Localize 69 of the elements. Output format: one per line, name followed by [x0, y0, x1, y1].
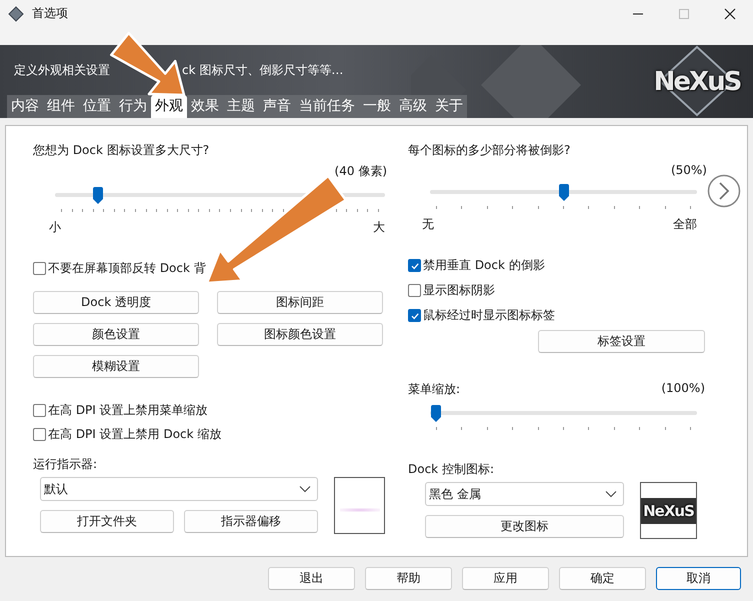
- slider-track[interactable]: [430, 405, 697, 423]
- question-label: 每个图标的多少部分将被倒影?: [408, 142, 572, 159]
- tab[interactable]: 关于: [431, 95, 467, 118]
- size-reading: (40 像素): [334, 163, 387, 180]
- slider-thumb[interactable]: [92, 187, 104, 205]
- tab[interactable]: 效果: [187, 95, 223, 118]
- button[interactable]: 图标颜色设置: [217, 323, 383, 346]
- tab[interactable]: 高级: [395, 95, 431, 118]
- slider-track[interactable]: [55, 187, 385, 205]
- check-icon: [410, 310, 420, 320]
- question-label: 您想为 Dock 图标设置多大尺寸?: [33, 142, 210, 159]
- header-description: 定义外观相关设置: [14, 62, 110, 79]
- dropdown[interactable]: 默认: [40, 477, 318, 501]
- button[interactable]: 模糊设置: [33, 355, 199, 378]
- button[interactable]: 退出: [268, 567, 355, 590]
- checkbox-label: 在高 DPI 设置上禁用菜单缩放: [48, 402, 208, 418]
- min-label: 小: [49, 219, 61, 236]
- tab[interactable]: 声音: [259, 95, 295, 118]
- min-label: 无: [422, 216, 434, 233]
- dropdown[interactable]: 黑色 金属: [425, 482, 624, 506]
- max-label: 大: [373, 219, 385, 236]
- header-description: ck 图标尺寸、倒影尺寸等等…: [182, 62, 344, 79]
- tab[interactable]: 当前任务: [295, 95, 359, 118]
- button[interactable]: 颜色设置: [33, 323, 199, 346]
- checkbox-label: 不要在屏幕顶部反转 Dock 背: [48, 260, 206, 277]
- label-settings-button[interactable]: 标签设置: [538, 330, 705, 353]
- section-label: Dock 控制图标:: [408, 461, 495, 478]
- button[interactable]: 取消: [656, 567, 741, 590]
- indicator-glow: [340, 508, 380, 512]
- reflection-reading: (50%): [670, 163, 707, 177]
- button[interactable]: 指示器偏移: [184, 510, 318, 533]
- tab[interactable]: 行为: [115, 95, 151, 118]
- button[interactable]: 打开文件夹: [40, 510, 174, 533]
- button[interactable]: Dock 透明度: [33, 291, 199, 314]
- checkbox[interactable]: [408, 259, 421, 272]
- tab[interactable]: 组件: [43, 95, 79, 118]
- tab[interactable]: 位置: [79, 95, 115, 118]
- button[interactable]: 应用: [462, 567, 549, 590]
- checkbox[interactable]: [408, 284, 421, 297]
- scale-reading: (100%): [661, 381, 705, 397]
- chevron-icon: [299, 485, 311, 493]
- check-icon: [410, 260, 420, 270]
- tab[interactable]: 外观: [151, 95, 187, 118]
- slider-thumb[interactable]: [430, 405, 442, 423]
- button[interactable]: 帮助: [365, 567, 452, 590]
- window-title: 首选项: [32, 5, 68, 22]
- checkbox[interactable]: [33, 428, 46, 440]
- chevron-icon: [605, 490, 617, 498]
- max-label: 全部: [673, 216, 697, 233]
- tab[interactable]: 内容: [7, 95, 43, 118]
- tab[interactable]: 主题: [223, 95, 259, 118]
- checkbox-label: 鼠标经过时显示图标标签: [423, 307, 555, 324]
- slider-track[interactable]: [430, 184, 697, 202]
- tab[interactable]: 一般: [359, 95, 395, 118]
- checkbox-label: 禁用垂直 Dock 的倒影: [423, 257, 545, 274]
- checkbox[interactable]: [33, 262, 46, 275]
- button[interactable]: 图标间距: [217, 291, 383, 314]
- checkbox[interactable]: [33, 404, 46, 416]
- checkbox-label: 显示图标阴影: [423, 282, 495, 299]
- section-label: 运行指示器:: [33, 456, 98, 473]
- logo: NeXuS: [641, 498, 696, 524]
- slider-thumb[interactable]: [558, 184, 570, 202]
- next-icon[interactable]: [707, 174, 741, 208]
- checkbox-label: 在高 DPI 设置上禁用 Dock 缩放: [48, 426, 222, 442]
- button[interactable]: 确定: [559, 567, 646, 590]
- change-icon-button[interactable]: 更改图标: [425, 515, 624, 538]
- checkbox[interactable]: [408, 309, 421, 322]
- app-icon: [8, 6, 24, 22]
- section-label: 菜单缩放:: [408, 381, 460, 398]
